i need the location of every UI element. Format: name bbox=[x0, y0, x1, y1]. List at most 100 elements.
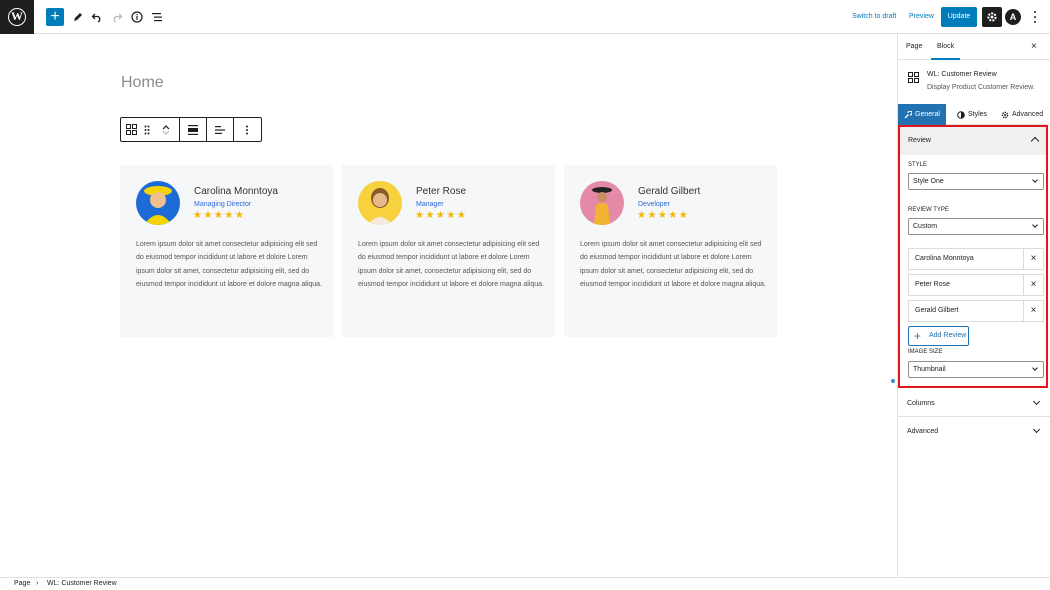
tab-advanced[interactable]: Advanced bbox=[1001, 104, 1043, 125]
text-align-button[interactable] bbox=[207, 118, 233, 141]
review-item[interactable]: Carolina Monntoya × bbox=[908, 248, 1044, 270]
avatar bbox=[580, 181, 624, 225]
sidebar-tabs: Page Block × bbox=[898, 34, 1050, 60]
page-title[interactable]: Home bbox=[121, 74, 164, 92]
pencil-icon bbox=[74, 13, 82, 21]
resize-handle[interactable] bbox=[891, 379, 895, 383]
block-options-button[interactable] bbox=[234, 118, 260, 141]
chevron-down-icon bbox=[1032, 222, 1038, 228]
inspector-tabs: General Styles Advanced bbox=[898, 104, 1050, 125]
rating-stars: ★★★★★ bbox=[415, 210, 468, 221]
undo-button[interactable] bbox=[90, 7, 104, 27]
add-review-button[interactable]: + Add Review bbox=[908, 326, 969, 346]
block-toolbar bbox=[120, 117, 262, 142]
grid-block-icon bbox=[908, 72, 919, 83]
list-view-button[interactable] bbox=[150, 7, 164, 27]
review-text: Lorem ipsum dolor sit amet consectetur a… bbox=[580, 241, 767, 288]
remove-review-button[interactable]: × bbox=[1023, 275, 1043, 295]
reviewer-name: Gerald Gilbert bbox=[638, 186, 701, 197]
list-view-icon bbox=[152, 13, 162, 22]
chevron-up-icon bbox=[1030, 136, 1040, 146]
breadcrumb-separator: › bbox=[36, 580, 39, 587]
align-button[interactable] bbox=[180, 118, 206, 141]
add-block-button[interactable]: + bbox=[46, 8, 64, 26]
close-sidebar-button[interactable]: × bbox=[1031, 41, 1037, 52]
rating-stars: ★★★★★ bbox=[637, 210, 690, 221]
editor-canvas: Home Carolina Monntoya Managing Director… bbox=[0, 34, 897, 577]
review-type-label: REVIEW TYPE bbox=[908, 207, 949, 213]
options-menu-button[interactable] bbox=[1030, 9, 1040, 25]
tab-page[interactable]: Page bbox=[906, 34, 922, 60]
review-panel: Review STYLE Style One REVIEW TYPE Custo… bbox=[898, 125, 1048, 388]
image-size-label: IMAGE SIZE bbox=[908, 349, 943, 355]
close-icon: × bbox=[1030, 253, 1037, 264]
columns-panel-toggle[interactable]: Columns bbox=[898, 390, 1050, 417]
editor-top-bar: W + Switch to draft Preview Update A bbox=[0, 0, 1050, 34]
reviewer-role: Managing Director bbox=[194, 201, 252, 208]
info-icon bbox=[131, 11, 143, 23]
more-vertical-icon bbox=[246, 125, 248, 134]
advanced-panel-toggle[interactable]: Advanced bbox=[898, 418, 1050, 445]
block-type-button[interactable] bbox=[121, 118, 141, 141]
settings-button[interactable] bbox=[982, 7, 1002, 27]
tab-general[interactable]: General bbox=[898, 104, 946, 125]
wordpress-icon: W bbox=[8, 8, 26, 26]
redo-icon bbox=[113, 13, 123, 23]
chevron-down-icon bbox=[162, 130, 170, 135]
review-panel-toggle[interactable]: Review bbox=[900, 127, 1046, 155]
style-label: STYLE bbox=[908, 162, 928, 168]
align-wide-icon bbox=[188, 124, 198, 135]
avatar bbox=[358, 181, 402, 225]
review-card[interactable]: Gerald Gilbert Developer ★★★★★ Lorem ips… bbox=[564, 165, 777, 337]
close-icon: × bbox=[1030, 279, 1037, 290]
remove-review-button[interactable]: × bbox=[1023, 249, 1043, 269]
close-icon: × bbox=[1030, 305, 1037, 316]
rating-stars: ★★★★★ bbox=[193, 210, 246, 221]
review-card[interactable]: Peter Rose Manager ★★★★★ Lorem ipsum dol… bbox=[342, 165, 555, 337]
drag-handle[interactable] bbox=[141, 118, 153, 141]
tab-styles[interactable]: Styles bbox=[957, 104, 987, 125]
style-select[interactable]: Style One bbox=[908, 173, 1044, 190]
review-text: Lorem ipsum dolor sit amet consectetur a… bbox=[136, 241, 323, 288]
redo-button[interactable] bbox=[110, 7, 124, 27]
image-size-select[interactable]: Thumbnail bbox=[908, 361, 1044, 378]
preview-link[interactable]: Preview bbox=[909, 0, 934, 34]
block-title: WL: Customer Review bbox=[927, 71, 997, 78]
reviewer-role: Manager bbox=[416, 201, 444, 208]
block-description: Display Product Customer Review. bbox=[927, 84, 1035, 91]
review-type-select[interactable]: Custom bbox=[908, 218, 1044, 235]
astra-icon[interactable]: A bbox=[1005, 9, 1021, 25]
grid-block-icon bbox=[125, 124, 137, 135]
plus-icon: + bbox=[914, 329, 922, 343]
tab-block[interactable]: Block bbox=[931, 34, 961, 60]
review-card[interactable]: Carolina Monntoya Managing Director ★★★★… bbox=[120, 165, 333, 337]
remove-review-button[interactable]: × bbox=[1023, 301, 1043, 321]
wordpress-logo-button[interactable]: W bbox=[0, 0, 34, 34]
details-button[interactable] bbox=[130, 7, 144, 27]
avatar bbox=[136, 181, 180, 225]
chevron-down-icon bbox=[1032, 177, 1038, 183]
styles-icon bbox=[957, 110, 965, 119]
review-item[interactable]: Gerald Gilbert × bbox=[908, 300, 1044, 322]
breadcrumb-page[interactable]: Page bbox=[14, 580, 30, 587]
align-left-icon bbox=[215, 125, 225, 134]
chevron-down-icon bbox=[1032, 365, 1038, 371]
move-up-down-buttons[interactable] bbox=[153, 118, 179, 141]
reviewer-name: Peter Rose bbox=[416, 186, 467, 197]
breadcrumb-block[interactable]: WL: Customer Review bbox=[47, 580, 117, 587]
review-text: Lorem ipsum dolor sit amet consectetur a… bbox=[358, 241, 545, 288]
wrench-icon bbox=[904, 110, 912, 118]
chevron-down-icon bbox=[1032, 397, 1041, 406]
undo-icon bbox=[91, 13, 101, 23]
breadcrumb: Page › WL: Customer Review bbox=[0, 577, 1050, 590]
gear-icon bbox=[987, 12, 997, 22]
edit-tool-button[interactable] bbox=[71, 7, 85, 27]
review-item[interactable]: Peter Rose × bbox=[908, 274, 1044, 296]
switch-to-draft-link[interactable]: Switch to draft bbox=[852, 0, 896, 34]
gear-icon bbox=[1001, 111, 1009, 118]
update-button[interactable]: Update bbox=[941, 7, 977, 27]
close-icon: × bbox=[1031, 41, 1037, 52]
settings-sidebar: Page Block × WL: Customer Review Display… bbox=[897, 34, 1050, 577]
block-icon bbox=[908, 70, 919, 88]
reviewer-name: Carolina Monntoya bbox=[194, 186, 278, 197]
